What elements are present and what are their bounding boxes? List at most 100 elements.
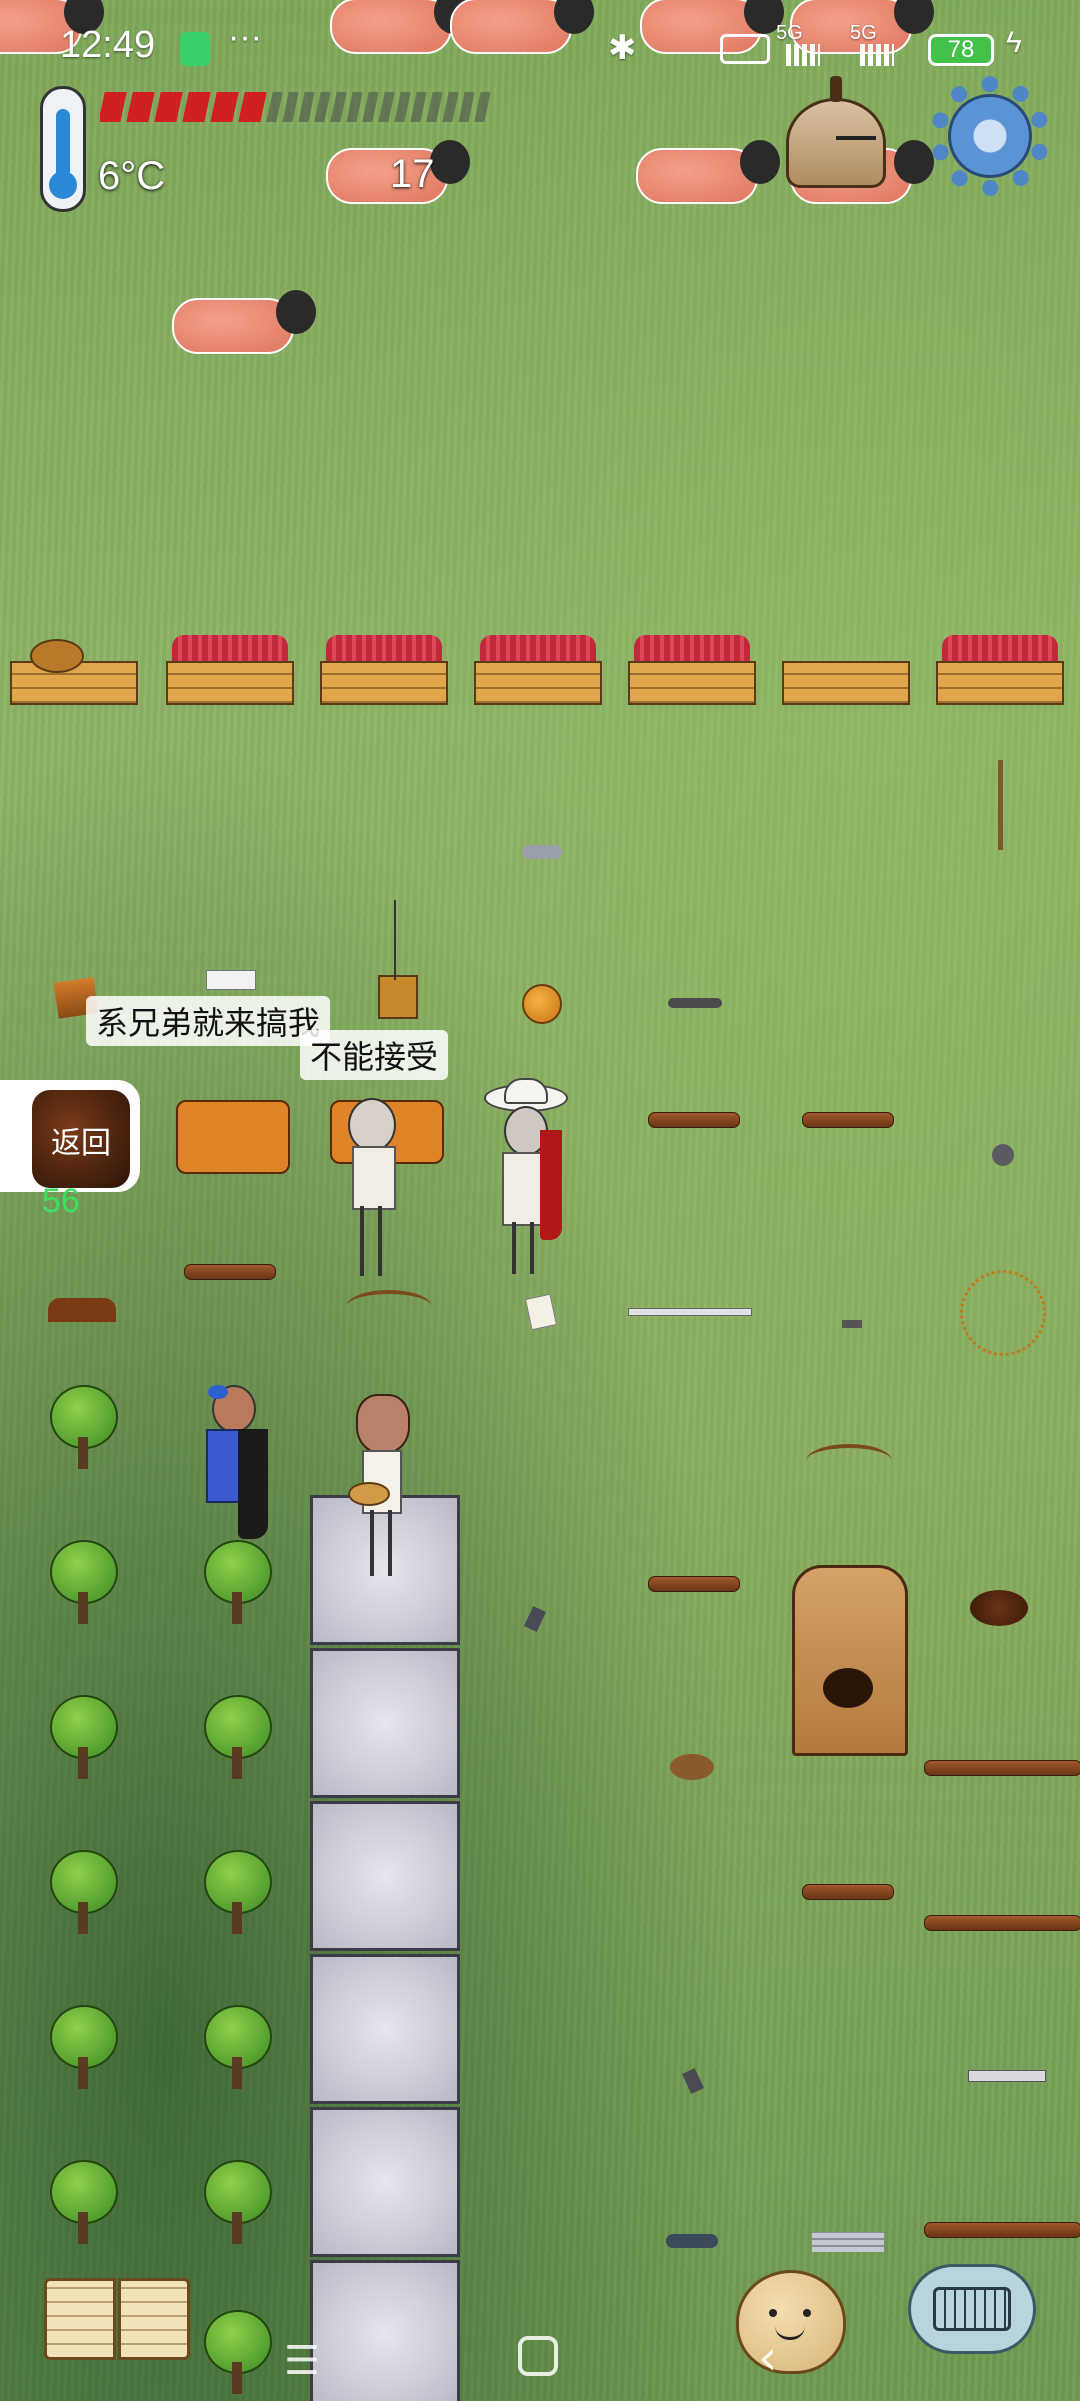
food-pip-filled	[126, 92, 155, 122]
signal-2-icon	[860, 44, 894, 66]
food-pip-empty	[458, 92, 475, 122]
table-station[interactable]	[176, 1100, 290, 1174]
planter-box-berries[interactable]	[320, 635, 448, 705]
bow[interactable]	[346, 1290, 432, 1324]
gooseberry-bush[interactable]	[48, 2160, 118, 2250]
stone-floor-tile[interactable]	[310, 1954, 460, 2104]
planter-box-empty[interactable]	[782, 635, 910, 705]
home-nav-icon[interactable]	[518, 2336, 558, 2376]
gooseberry-bush[interactable]	[202, 2005, 272, 2095]
food-pip-filled	[154, 92, 183, 122]
dirt-pile[interactable]	[48, 1298, 116, 1322]
temperature-readout: 6°C	[98, 154, 166, 198]
gooseberry-bush[interactable]	[202, 2160, 272, 2250]
basket[interactable]	[378, 975, 418, 1019]
thermometer-icon	[40, 86, 86, 212]
log[interactable]	[924, 2222, 1080, 2238]
gooseberry-bush[interactable]	[202, 1695, 272, 1785]
planter-box-berries[interactable]	[166, 635, 294, 705]
wheel-spokes[interactable]	[960, 1270, 1046, 1356]
sharp-stone[interactable]	[682, 2068, 704, 2094]
adobe-kiln[interactable]	[792, 1565, 908, 1756]
app-notification-icon	[180, 32, 210, 66]
log[interactable]	[924, 1915, 1080, 1931]
round-stone[interactable]	[992, 1144, 1014, 1166]
gooseberry-bush[interactable]	[48, 1540, 118, 1630]
food-pip-empty	[410, 92, 427, 122]
sharp-stone[interactable]	[524, 1606, 546, 1632]
steel-rod[interactable]	[628, 1308, 752, 1316]
food-pip-empty	[426, 92, 443, 122]
sheep[interactable]	[172, 290, 322, 360]
recipe-book-icon[interactable]	[44, 2268, 192, 2364]
gooseberry[interactable]	[522, 984, 562, 1024]
bell-clock-icon[interactable]	[786, 76, 886, 188]
emote-face-icon[interactable]	[736, 2270, 846, 2374]
stake[interactable]	[998, 760, 1003, 850]
player-character[interactable]	[348, 1394, 424, 1579]
elder-character[interactable]	[338, 1098, 408, 1278]
gooseberry-bush[interactable]	[202, 1540, 272, 1630]
food-meter	[100, 92, 491, 122]
log[interactable]	[648, 1112, 740, 1128]
bread-loaf[interactable]	[670, 1754, 714, 1780]
gear-icon[interactable]	[930, 76, 1050, 196]
food-pip-empty	[394, 92, 411, 122]
gooseberry-bush[interactable]	[48, 2005, 118, 2095]
network-type-1: 5G	[776, 22, 803, 44]
stone-floor-tile[interactable]	[310, 2107, 460, 2257]
back-app-icon: 返回	[32, 1090, 130, 1188]
log[interactable]	[648, 1576, 740, 1592]
planter-box-basket[interactable]	[10, 635, 138, 705]
note-paper[interactable]	[524, 1293, 558, 1331]
log[interactable]	[184, 1264, 276, 1280]
bluetooth-icon: ✱	[608, 29, 637, 67]
log[interactable]	[802, 1112, 894, 1128]
planter-box-berries[interactable]	[474, 635, 602, 705]
stones[interactable]	[522, 845, 562, 859]
gooseberry-bush[interactable]	[48, 1695, 118, 1785]
food-pip-filled	[182, 92, 211, 122]
bow[interactable]	[806, 1444, 892, 1478]
stone-floor-tile[interactable]	[310, 1801, 460, 1951]
back-button[interactable]: 返回	[0, 1080, 140, 1192]
log[interactable]	[802, 1884, 894, 1900]
yum-counter: 56	[42, 1182, 80, 1220]
planter-box-berries[interactable]	[936, 635, 1064, 705]
planter-box-berries[interactable]	[628, 635, 756, 705]
game-world[interactable]: 系兄弟就来搞我 不能接受	[0, 0, 1080, 2401]
chat-message: 不能接受	[300, 1030, 449, 1080]
status-more: ···	[228, 18, 262, 56]
gooseberry-bush[interactable]	[202, 1850, 272, 1940]
age-readout: 17	[390, 152, 435, 196]
log[interactable]	[924, 1760, 1080, 1776]
network-type-2: 5G	[850, 22, 877, 44]
gooseberry-bush[interactable]	[48, 1385, 118, 1475]
battery-level: 78	[947, 36, 975, 63]
bird-nest[interactable]	[970, 1590, 1028, 1626]
back-nav-icon[interactable]: ‹	[758, 2330, 777, 2386]
stone-stack[interactable]	[812, 2232, 884, 2252]
pebble[interactable]	[842, 1320, 862, 1328]
snare-pole[interactable]	[394, 900, 396, 980]
hat-character[interactable]	[484, 1078, 574, 1278]
gooseberry-bush[interactable]	[202, 2310, 272, 2400]
flint-chips[interactable]	[666, 2234, 718, 2248]
charging-icon: ϟ	[1006, 26, 1022, 59]
signal-1-icon	[786, 44, 820, 66]
girl-blue-dress-character[interactable]	[198, 1385, 274, 1550]
sheep[interactable]	[450, 0, 600, 60]
chat-message: 系兄弟就来搞我	[86, 996, 331, 1046]
stone-floor-tile[interactable]	[310, 1648, 460, 1798]
food-pip-empty	[362, 92, 379, 122]
sheep[interactable]	[636, 140, 786, 210]
stone-floor-tile[interactable]	[310, 2260, 460, 2401]
keyboard-icon[interactable]	[908, 2264, 1036, 2354]
flint[interactable]	[668, 998, 722, 1008]
paper-stack[interactable]	[206, 970, 256, 990]
food-pip-empty	[378, 92, 395, 122]
steel-bar[interactable]	[968, 2070, 1046, 2082]
gooseberry-bush[interactable]	[48, 1850, 118, 1940]
status-time: 12:49	[60, 24, 156, 66]
menu-nav-icon[interactable]: ☰	[284, 2338, 320, 2384]
